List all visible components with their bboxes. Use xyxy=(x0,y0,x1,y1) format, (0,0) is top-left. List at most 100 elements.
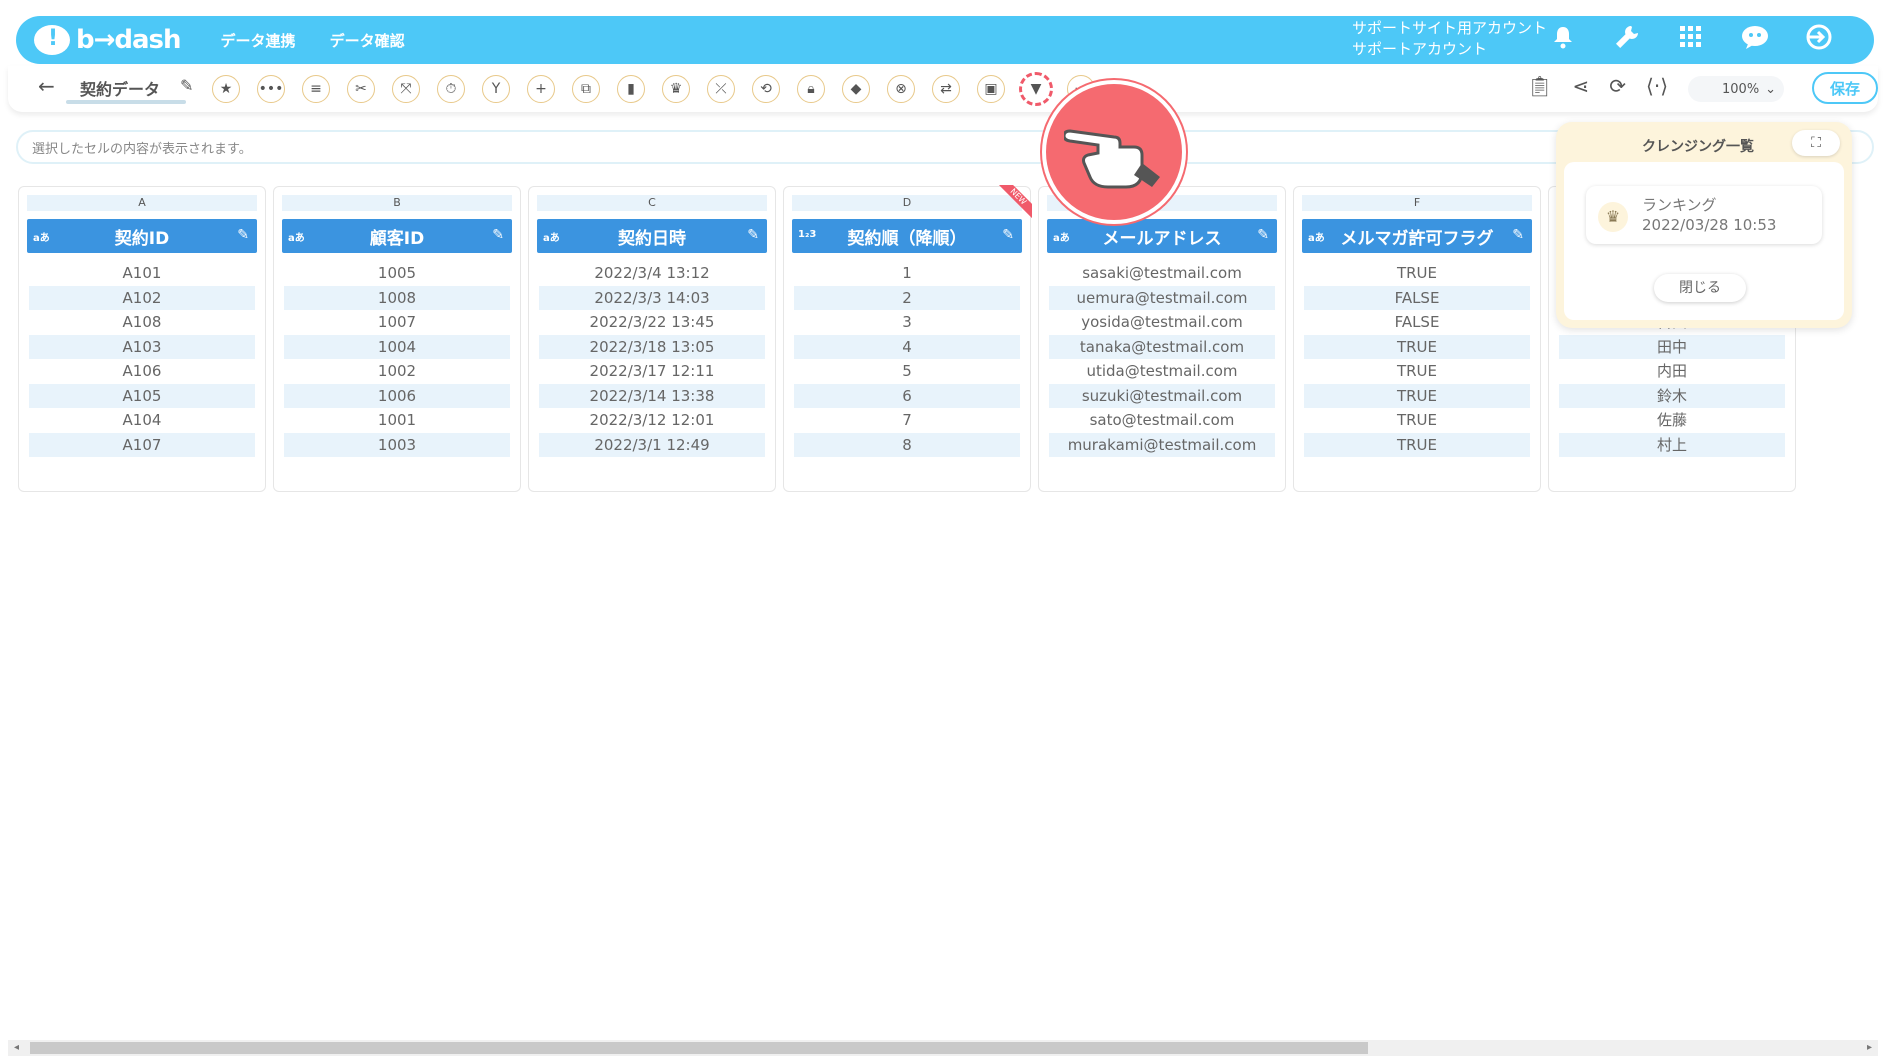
table-cell[interactable]: suzuki@testmail.com xyxy=(1049,383,1275,408)
cleansing-item-card[interactable]: ♛ ランキング 2022/03/28 10:53 xyxy=(1586,186,1822,244)
table-cell[interactable]: 佐藤 xyxy=(1559,408,1785,432)
table-cell[interactable]: uemura@testmail.com xyxy=(1049,285,1275,310)
bell-icon[interactable] xyxy=(1548,25,1578,56)
nav-data-check[interactable]: データ確認 xyxy=(330,30,405,51)
edit-pencil-icon[interactable]: ✎ xyxy=(237,227,249,243)
table-cell[interactable]: 6 xyxy=(794,383,1020,408)
zoom-select[interactable]: 100% ⌄ xyxy=(1688,76,1784,102)
table-cell[interactable]: 1005 xyxy=(284,261,510,285)
table-cell[interactable]: 5 xyxy=(794,359,1020,383)
table-cell[interactable]: TRUE xyxy=(1304,334,1530,359)
filter-icon[interactable]: ▼ xyxy=(1019,72,1053,106)
column-header[interactable]: 1₂3 契約順（降順） ✎ xyxy=(792,219,1022,253)
scroll-left-icon[interactable]: ◂ xyxy=(14,1040,19,1056)
grid-apps-icon[interactable] xyxy=(1676,25,1706,55)
timer-icon[interactable]: ⏱ xyxy=(437,75,465,103)
table-cell[interactable]: 内田 xyxy=(1559,359,1785,383)
table-cell[interactable]: A102 xyxy=(29,285,255,310)
table-cell[interactable]: 2 xyxy=(794,285,1020,310)
table-cell[interactable]: FALSE xyxy=(1304,310,1530,334)
scissors-icon[interactable]: ✂ xyxy=(347,75,375,103)
account-info[interactable]: サポートサイト用アカウント サポートアカウント xyxy=(1352,18,1547,60)
table-cell[interactable]: utida@testmail.com xyxy=(1049,359,1275,383)
table-cell[interactable]: FALSE xyxy=(1304,285,1530,310)
table-cell[interactable]: sato@testmail.com xyxy=(1049,408,1275,432)
split-icon[interactable]: ⤧ xyxy=(392,75,420,103)
table-cell[interactable]: A106 xyxy=(29,359,255,383)
table-cell[interactable]: 1002 xyxy=(284,359,510,383)
table-cell[interactable]: 2022/3/14 13:38 xyxy=(539,383,765,408)
column-letter[interactable]: A xyxy=(27,195,257,211)
edit-pencil-icon[interactable]: ✎ xyxy=(747,227,759,243)
table-cell[interactable]: 2022/3/1 12:49 xyxy=(539,432,765,457)
more-dots-icon[interactable]: ••• xyxy=(257,75,285,103)
edit-pencil-icon[interactable]: ✎ xyxy=(1512,227,1524,243)
code-icon[interactable]: ⟨·⟩ xyxy=(1646,74,1668,98)
refresh-icon[interactable]: ⟳ xyxy=(1609,74,1626,98)
column-header[interactable]: aあ 契約日時 ✎ xyxy=(537,219,767,253)
scrollbar-thumb[interactable] xyxy=(30,1042,1368,1054)
clipboard-icon[interactable]: 📋︎ xyxy=(1527,74,1552,98)
table-cell[interactable]: 1008 xyxy=(284,285,510,310)
table-cell[interactable]: 村上 xyxy=(1559,432,1785,457)
table-cell[interactable]: 1004 xyxy=(284,334,510,359)
add-icon[interactable]: + xyxy=(527,75,555,103)
table-cell[interactable]: 1001 xyxy=(284,408,510,432)
edit-pencil-icon[interactable]: ✎ xyxy=(1002,227,1014,243)
table-cell[interactable]: 1007 xyxy=(284,310,510,334)
table-cell[interactable]: A101 xyxy=(29,261,255,285)
table-cell[interactable]: 1 xyxy=(794,261,1020,285)
table-cell[interactable]: 2022/3/17 12:11 xyxy=(539,359,765,383)
bdash-logo[interactable]: b→dash xyxy=(34,25,182,55)
crown-icon[interactable]: ♛ xyxy=(662,75,690,103)
back-arrow-icon[interactable]: ← xyxy=(38,74,55,98)
circle-x-icon[interactable]: ⊗ xyxy=(887,75,915,103)
table-cell[interactable]: A104 xyxy=(29,408,255,432)
table-cell[interactable]: 1003 xyxy=(284,432,510,457)
table-cell[interactable]: TRUE xyxy=(1304,359,1530,383)
frame-icon[interactable]: ▣ xyxy=(977,75,1005,103)
table-cell[interactable]: 2022/3/12 12:01 xyxy=(539,408,765,432)
repeat-icon[interactable]: ⟲ xyxy=(752,75,780,103)
table-cell[interactable]: A108 xyxy=(29,310,255,334)
table-cell[interactable]: TRUE xyxy=(1304,408,1530,432)
column-header[interactable]: aあ 契約ID ✎ xyxy=(27,219,257,253)
save-button[interactable]: 保存 xyxy=(1812,72,1878,104)
table-cell[interactable]: 2022/3/4 13:12 xyxy=(539,261,765,285)
edit-pencil-icon[interactable]: ✎ xyxy=(1257,227,1269,243)
column-header[interactable]: aあ メールアドレス ✎ xyxy=(1047,219,1277,253)
table-cell[interactable]: A105 xyxy=(29,383,255,408)
column-header[interactable]: aあ 顧客ID ✎ xyxy=(282,219,512,253)
star-icon[interactable]: ★ xyxy=(212,75,240,103)
table-cell[interactable]: 4 xyxy=(794,334,1020,359)
table-cell[interactable]: 2022/3/22 13:45 xyxy=(539,310,765,334)
table-cell[interactable]: TRUE xyxy=(1304,432,1530,457)
column-letter[interactable]: D xyxy=(792,195,1022,211)
table-cell[interactable]: yosida@testmail.com xyxy=(1049,310,1275,334)
expand-icon[interactable]: ⛶ xyxy=(1792,130,1840,156)
table-cell[interactable]: 1006 xyxy=(284,383,510,408)
table-cell[interactable]: sasaki@testmail.com xyxy=(1049,261,1275,285)
table-cell[interactable]: 鈴木 xyxy=(1559,383,1785,408)
scroll-right-icon[interactable]: ▸ xyxy=(1867,1040,1872,1056)
nav-data-link[interactable]: データ連携 xyxy=(221,30,296,51)
share-icon[interactable]: ⋖ xyxy=(1573,74,1590,98)
horizontal-scrollbar[interactable]: ◂ ▸ xyxy=(8,1040,1878,1056)
table-cell[interactable]: 2022/3/3 14:03 xyxy=(539,285,765,310)
table-cell[interactable]: murakami@testmail.com xyxy=(1049,432,1275,457)
rename-pencil-icon[interactable]: ✎ xyxy=(180,76,193,95)
close-button[interactable]: 閉じる xyxy=(1654,274,1746,302)
transform-icon[interactable]: ⇄ xyxy=(932,75,960,103)
collapse-icon[interactable]: ⤫ xyxy=(707,75,735,103)
copy-icon[interactable]: ⧉ xyxy=(572,75,600,103)
list-icon[interactable]: ≡ xyxy=(302,75,330,103)
table-cell[interactable]: 8 xyxy=(794,432,1020,457)
chat-mascot-icon[interactable] xyxy=(1740,24,1770,57)
box-icon[interactable]: ◆ xyxy=(842,75,870,103)
table-cell[interactable]: 2022/3/18 13:05 xyxy=(539,334,765,359)
logout-icon[interactable] xyxy=(1804,24,1834,57)
trash-icon[interactable]: ▮ xyxy=(617,75,645,103)
table-cell[interactable]: 田中 xyxy=(1559,334,1785,359)
lock-icon[interactable]: 🔒︎ xyxy=(797,75,825,103)
sheet-name[interactable]: 契約データ xyxy=(80,76,160,100)
